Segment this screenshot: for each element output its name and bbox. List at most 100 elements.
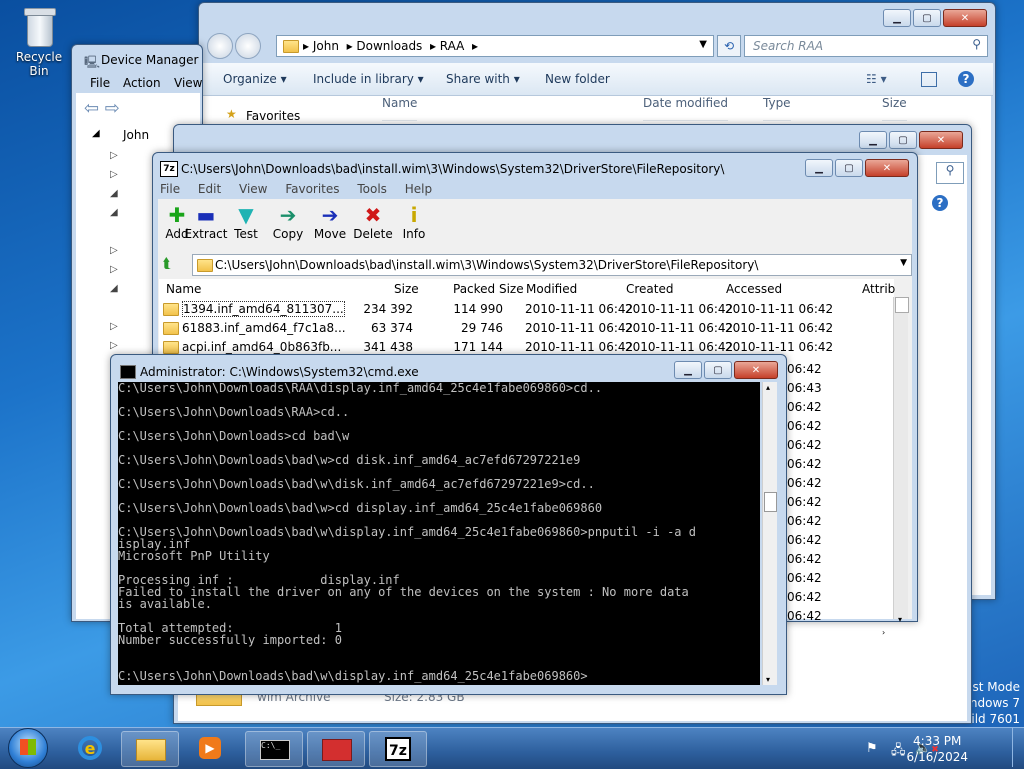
menu-action[interactable]: Action xyxy=(123,76,161,90)
folder-icon xyxy=(136,739,166,761)
new-folder-button[interactable]: New folder xyxy=(545,72,610,86)
chevron-down-icon[interactable]: ▼ xyxy=(699,39,707,50)
share-with-button[interactable]: Share with ▾ xyxy=(446,72,520,86)
menu-favorites[interactable]: Favorites xyxy=(285,182,339,196)
column-header-packed[interactable]: Packed Size xyxy=(453,282,524,296)
action-center-flag-icon[interactable]: ⚑ xyxy=(866,741,878,756)
menu-view[interactable]: View xyxy=(174,76,202,90)
menu-file[interactable]: File xyxy=(90,76,110,90)
menu-tools[interactable]: Tools xyxy=(357,182,387,196)
start-button[interactable] xyxy=(8,728,48,768)
menu-help[interactable]: Help xyxy=(405,182,432,196)
explorer-search-input[interactable]: Search RAA ⚲ xyxy=(744,35,988,57)
folder-icon xyxy=(163,322,179,335)
show-desktop-button[interactable] xyxy=(1012,728,1024,767)
cell-accessed-partial: 06:42 xyxy=(787,552,822,566)
cell-modified: 2010-11-11 06:42 xyxy=(525,340,634,354)
breadcrumb-item[interactable]: RAA xyxy=(440,39,465,53)
tree-expand-icon[interactable]: ◢ xyxy=(92,128,100,139)
recycle-bin-desktop-icon[interactable]: Recycle Bin xyxy=(6,6,72,78)
taskbar-cmd[interactable]: C:\_ xyxy=(245,731,303,767)
column-header-name[interactable]: Name xyxy=(166,282,201,296)
taskbar-clock[interactable]: 4:33 PM 6/16/2024 xyxy=(906,733,968,765)
copy-button[interactable]: ➔ Copy xyxy=(264,203,312,241)
folder-icon xyxy=(163,341,179,354)
close-button[interactable]: ✕ xyxy=(943,9,987,27)
maximize-button[interactable]: ▢ xyxy=(704,361,732,379)
cell-accessed-partial: 06:42 xyxy=(787,495,822,509)
close-button[interactable]: ✕ xyxy=(865,159,909,177)
column-header-accessed[interactable]: Accessed xyxy=(726,282,782,296)
recycle-bin-label: Recycle Bin xyxy=(15,50,63,78)
back-button[interactable] xyxy=(207,33,233,59)
move-button[interactable]: ➔ Move xyxy=(306,203,354,241)
search-icon: ⚲ xyxy=(972,37,981,51)
preview-pane-icon[interactable] xyxy=(921,72,937,87)
include-in-library-button[interactable]: Include in library ▾ xyxy=(313,72,424,86)
minimize-button[interactable]: ▁ xyxy=(883,9,911,27)
back-arrow-icon[interactable]: ⇦ ⇨ xyxy=(84,98,120,119)
taskbar-internet-explorer[interactable]: e xyxy=(62,731,118,765)
minimize-button[interactable]: ▁ xyxy=(859,131,887,149)
close-button[interactable]: ✕ xyxy=(919,131,963,149)
refresh-icon[interactable]: ⟲ xyxy=(717,35,741,57)
column-header-modified[interactable]: Modified xyxy=(526,282,577,296)
forward-button[interactable] xyxy=(235,33,261,59)
organize-button[interactable]: Organize ▾ xyxy=(223,72,287,86)
minimize-button[interactable]: ▁ xyxy=(805,159,833,177)
scroll-up-arrow[interactable]: ▴ xyxy=(766,383,770,392)
7zip-address-bar[interactable]: C:\Users\John\Downloads\bad\install.wim\… xyxy=(192,254,912,276)
taskbar-7zip[interactable]: 7z xyxy=(369,731,427,767)
explorer-address-bar[interactable]: ▸ John ▸ Downloads ▸ RAA ▸ ▼ xyxy=(276,35,714,57)
minimize-button[interactable]: ▁ xyxy=(674,361,702,379)
watermark-line: indows 7 xyxy=(966,696,1020,710)
column-header-date[interactable]: Date modified xyxy=(643,96,729,121)
close-button[interactable]: ✕ xyxy=(734,361,778,379)
recycle-bin-icon xyxy=(22,6,56,47)
cell-accessed-partial: 06:42 xyxy=(787,438,822,452)
search-icon[interactable]: ⚲ xyxy=(936,162,964,184)
test-button[interactable]: ▼ Test xyxy=(222,203,270,241)
help-icon[interactable]: ? xyxy=(932,195,948,211)
menu-edit[interactable]: Edit xyxy=(198,182,221,196)
cmd-console[interactable]: C:\Users\John\Downloads\RAA\display.inf_… xyxy=(118,382,760,685)
help-icon[interactable]: ? xyxy=(958,71,974,87)
scrollbar-thumb[interactable] xyxy=(764,492,777,512)
up-folder-icon[interactable]: ⮬ xyxy=(163,256,171,272)
7zip-vertical-scrollbar[interactable] xyxy=(893,297,909,619)
column-header-attrib[interactable]: Attrib xyxy=(862,282,895,296)
toolbar-label: Info xyxy=(402,227,426,241)
search-placeholder: Search RAA xyxy=(753,39,824,53)
cell-name: acpi.inf_amd64_0b863fb... xyxy=(182,340,342,354)
scroll-right-arrow[interactable]: › xyxy=(882,628,885,637)
breadcrumb-item[interactable]: Downloads xyxy=(356,39,422,53)
menu-view[interactable]: View xyxy=(239,182,267,196)
maximize-button[interactable]: ▢ xyxy=(835,159,863,177)
table-row[interactable]: 1394.inf_amd64_811307... 234 392 114 990 20… xyxy=(163,301,888,321)
network-icon[interactable]: 🖧 xyxy=(891,741,906,763)
table-row[interactable]: 61883.inf_amd64_f7c1a8... 63 374 29 746 201… xyxy=(163,321,888,340)
column-header-size[interactable]: Size xyxy=(394,282,419,296)
column-header-size[interactable]: Size xyxy=(882,96,907,121)
column-header-created[interactable]: Created xyxy=(626,282,674,296)
breadcrumb-item[interactable]: John xyxy=(313,39,339,53)
maximize-button[interactable]: ▢ xyxy=(913,9,941,27)
scrollbar-thumb[interactable] xyxy=(895,297,909,313)
info-button[interactable]: i Info xyxy=(390,203,438,241)
view-options-icon[interactable]: ☷ ▾ xyxy=(866,72,887,86)
taskbar-explorer[interactable] xyxy=(121,731,179,767)
cmd-vertical-scrollbar[interactable]: ▴ ▾ xyxy=(762,382,777,685)
scroll-down-arrow[interactable]: ▾ xyxy=(766,675,770,684)
tree-root[interactable]: John xyxy=(123,128,149,142)
column-header-name[interactable]: Name xyxy=(382,96,418,121)
scroll-down-arrow[interactable]: ▾ xyxy=(898,615,902,624)
chevron-down-icon[interactable]: ▼ xyxy=(900,258,907,268)
column-header-type[interactable]: Type xyxy=(763,96,791,121)
menu-file[interactable]: File xyxy=(160,182,180,196)
console-line: C:\Users\John\Downloads\RAA\display.inf_… xyxy=(118,382,603,395)
test-icon: ▼ xyxy=(238,203,254,227)
taskbar-device-manager[interactable] xyxy=(307,731,365,767)
maximize-button[interactable]: ▢ xyxy=(889,131,917,149)
nav-favorites[interactable]: Favorites xyxy=(246,109,300,123)
taskbar-media-player[interactable]: ▶ xyxy=(183,731,239,765)
